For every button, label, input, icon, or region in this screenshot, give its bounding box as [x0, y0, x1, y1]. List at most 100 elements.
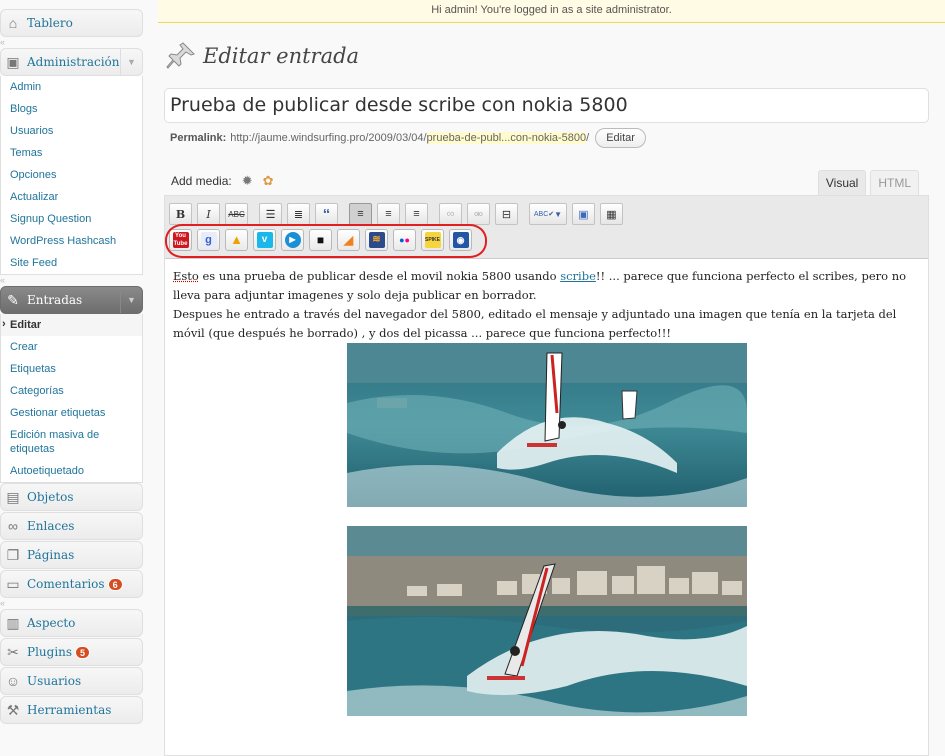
- scribe-link[interactable]: scribe: [560, 269, 596, 283]
- admin-submenu: Admin Blogs Usuarios Temas Opciones Actu…: [0, 76, 143, 275]
- menu-separator[interactable]: «: [0, 275, 145, 286]
- submenu-bulk-tags[interactable]: Edición masiva de etiquetas: [1, 424, 142, 460]
- youtube-button[interactable]: You Tube: [169, 229, 192, 251]
- home-icon: ⌂: [8, 15, 18, 31]
- plugins-count-badge: 5: [75, 645, 91, 659]
- submenu-auto-tagging[interactable]: Autoetiquetado: [1, 460, 142, 482]
- video-camera-button[interactable]: ■: [309, 229, 332, 251]
- users-icon: ☺: [5, 673, 21, 689]
- admin-notice-bar: Hi admin! You're logged in as a site adm…: [158, 0, 945, 23]
- google-video-button[interactable]: g: [197, 229, 220, 251]
- italic-button[interactable]: I: [197, 203, 220, 225]
- revver-button[interactable]: ≋: [365, 229, 388, 251]
- tab-visual[interactable]: Visual: [817, 170, 867, 195]
- menu-admin[interactable]: ▣ Administración ▼: [0, 48, 143, 76]
- add-media-row: Add media: ✹ ✿: [171, 173, 274, 189]
- link-button[interactable]: ∞: [439, 203, 462, 225]
- spike-button[interactable]: SPIKE: [421, 229, 444, 251]
- bold-button[interactable]: B: [169, 203, 192, 225]
- page-heading: Editar entrada: [165, 40, 359, 72]
- submenu-update[interactable]: Actualizar: [1, 186, 142, 208]
- add-media-label: Add media:: [171, 174, 232, 188]
- tab-html[interactable]: HTML: [870, 170, 919, 195]
- myspace-button[interactable]: ◢: [337, 229, 360, 251]
- windsurf-photo-1[interactable]: [346, 343, 747, 507]
- chevron-down-icon[interactable]: ▼: [120, 49, 142, 75]
- menu-comments[interactable]: ▭ Comentarios 6: [0, 570, 143, 598]
- comments-count-badge: 6: [107, 577, 123, 591]
- bullet-list-button[interactable]: ☰: [259, 203, 282, 225]
- vimeo-icon: v: [256, 232, 273, 248]
- media-icon: ▤: [6, 488, 20, 505]
- menu-links[interactable]: ∞ Enlaces: [0, 512, 143, 540]
- menu-appearance[interactable]: ▥ Aspecto: [0, 609, 143, 637]
- revver-icon: ≋: [368, 232, 385, 248]
- submenu-signup-question[interactable]: Signup Question: [1, 208, 142, 230]
- menu-media[interactable]: ▤ Objetos: [0, 483, 143, 511]
- menu-tools[interactable]: ⚒ Herramientas: [0, 696, 143, 724]
- editor-toolbar: B I ABC ☰ ≣ “ ≡ ≡ ≡ ∞ ⚮ ⊟ ABC ✔ ▼ ▣ ▦ You T…: [165, 196, 928, 259]
- unlink-button[interactable]: ⚮: [467, 203, 490, 225]
- numbered-list-button[interactable]: ≣: [287, 203, 310, 225]
- dailymotion-button[interactable]: ▶: [281, 229, 304, 251]
- align-right-button[interactable]: ≡: [405, 203, 428, 225]
- submenu-new[interactable]: Crear: [1, 336, 142, 358]
- editor-content[interactable]: Esto es una prueba de publicar desde el …: [165, 259, 928, 724]
- submenu-themes[interactable]: Temas: [1, 142, 142, 164]
- flickr-icon: ●●: [399, 235, 410, 245]
- submenu-blogs[interactable]: Blogs: [1, 98, 142, 120]
- windsurf-photo-2[interactable]: [346, 526, 747, 716]
- submenu-users[interactable]: Usuarios: [1, 120, 142, 142]
- menu-separator[interactable]: «: [0, 37, 145, 48]
- menu-links-label: Enlaces: [27, 519, 75, 533]
- submenu-site-feed[interactable]: Site Feed: [1, 252, 142, 274]
- submenu-hashcash[interactable]: WordPress Hashcash: [1, 230, 142, 252]
- submenu-categories[interactable]: Categorías: [1, 380, 142, 402]
- menu-tools-label: Herramientas: [27, 703, 112, 717]
- windsurf-photo-1-image: [346, 343, 747, 507]
- menu-media-label: Objetos: [27, 490, 74, 504]
- add-media-icon[interactable]: ✿: [263, 173, 274, 189]
- menu-pages[interactable]: ❐ Páginas: [0, 541, 143, 569]
- more-tag-button[interactable]: ⊟: [495, 203, 518, 225]
- pin-icon: ✎: [7, 291, 19, 308]
- menu-posts[interactable]: ✎ Entradas ▼: [0, 286, 143, 314]
- blockquote-button[interactable]: “: [315, 203, 338, 225]
- youtube-icon: You Tube: [172, 232, 189, 248]
- metacafe-button[interactable]: ▲: [225, 229, 248, 251]
- menu-plugins-label: Plugins: [27, 645, 73, 659]
- align-center-button[interactable]: ≡: [377, 203, 400, 225]
- fullscreen-button[interactable]: ▣: [572, 203, 595, 225]
- permalink-slug[interactable]: prueba-de-publ...con-nokia-5800: [426, 132, 587, 144]
- menu-dashboard[interactable]: ⌂ Tablero: [0, 9, 143, 37]
- page-title: Editar entrada: [203, 44, 360, 68]
- bliptv-button[interactable]: ◉: [449, 229, 472, 251]
- tools-icon: ⚒: [6, 701, 20, 718]
- chevron-down-icon[interactable]: ▼: [120, 287, 142, 313]
- submenu-tags[interactable]: Etiquetas: [1, 358, 142, 380]
- windsurf-photo-2-image: [346, 526, 747, 716]
- submenu-admin[interactable]: Admin: [1, 76, 142, 98]
- add-image-icon[interactable]: ✹: [242, 173, 253, 189]
- strikethrough-button[interactable]: ABC: [225, 203, 248, 225]
- menu-users[interactable]: ☺ Usuarios: [0, 667, 143, 695]
- vimeo-button[interactable]: v: [253, 229, 276, 251]
- edit-permalink-button[interactable]: Editar: [595, 128, 646, 148]
- dailymotion-icon: ▶: [284, 232, 301, 248]
- permalink-end: /: [586, 132, 590, 144]
- comment-icon: ▭: [6, 575, 20, 592]
- content-paragraph-1: Esto es una prueba de publicar desde el …: [173, 269, 907, 302]
- menu-posts-label: Entradas: [27, 293, 83, 307]
- post-title-input[interactable]: Prueba de publicar desde scribe con noki…: [164, 88, 929, 123]
- flickr-button[interactable]: ●●: [393, 229, 416, 251]
- submenu-options[interactable]: Opciones: [1, 164, 142, 186]
- submenu-edit[interactable]: Editar: [1, 314, 142, 336]
- kitchen-sink-button[interactable]: ▦: [600, 203, 623, 225]
- spellcheck-button[interactable]: ABC ✔ ▼: [529, 203, 567, 225]
- align-left-button[interactable]: ≡: [349, 203, 372, 225]
- permalink-base: http://jaume.windsurfing.pro/2009/03/04/: [230, 132, 427, 144]
- link-icon: ∞: [8, 518, 18, 534]
- submenu-manage-tags[interactable]: Gestionar etiquetas: [1, 402, 142, 424]
- menu-plugins[interactable]: ✂ Plugins 5: [0, 638, 143, 666]
- menu-separator[interactable]: «: [0, 598, 145, 609]
